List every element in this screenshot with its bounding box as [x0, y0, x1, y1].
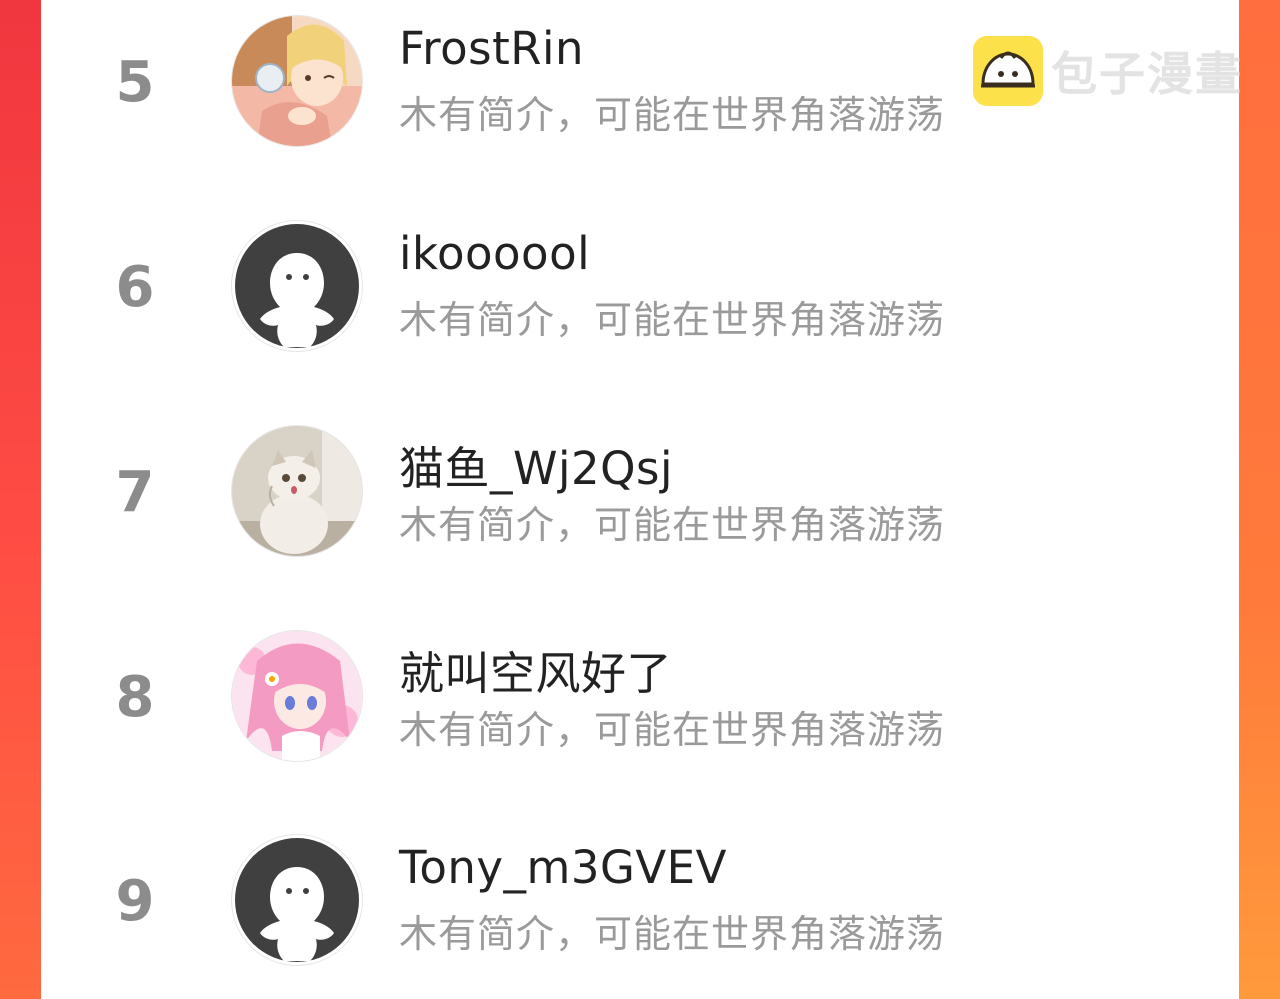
watermark: 包子漫畫	[973, 35, 1243, 107]
user-bio: 木有简介，可能在世界角落游荡	[399, 912, 946, 956]
list-item[interactable]: 8 就叫空风好了 木有简介，可能在世界角落游荡	[41, 623, 1239, 773]
rank-number: 9	[115, 869, 155, 934]
left-border	[0, 0, 41, 999]
user-bio: 木有简介，可能在世界角落游荡	[399, 298, 946, 342]
rank-number: 8	[115, 665, 155, 730]
user-bio: 木有简介，可能在世界角落游荡	[399, 503, 946, 547]
user-bio: 木有简介，可能在世界角落游荡	[399, 93, 946, 137]
user-name[interactable]: Tony_m3GVEV	[399, 841, 727, 894]
rank-number: 5	[115, 50, 155, 115]
default-avatar[interactable]	[231, 834, 363, 966]
anime-boy-avatar[interactable]	[231, 15, 363, 147]
user-name[interactable]: 猫鱼_Wj2Qsj	[399, 432, 673, 497]
user-bio: 木有简介，可能在世界角落游荡	[399, 708, 946, 752]
default-avatar[interactable]	[231, 220, 363, 352]
rank-number: 7	[115, 460, 155, 525]
cat-avatar[interactable]	[231, 425, 363, 557]
watermark-brand: 包子漫畫	[1051, 47, 1243, 101]
user-name[interactable]: FrostRin	[399, 22, 584, 75]
list-item[interactable]: 6 ikoooool 木有简介，可能在世界角落游荡	[41, 213, 1239, 363]
user-name[interactable]: ikoooool	[399, 227, 590, 280]
ranking-list: 5 FrostRin 木有简介，可能在世界角落游荡 6 ikoooool 木有简…	[41, 0, 1239, 999]
list-item[interactable]: 9 Tony_m3GVEV 木有简介，可能在世界角落游荡	[41, 827, 1239, 977]
anime-girl-avatar[interactable]	[231, 630, 363, 762]
right-border	[1239, 0, 1280, 999]
list-item[interactable]: 7 猫鱼_Wj2Qsj 木有简介，可能在世界角落游荡	[41, 418, 1239, 568]
rank-number: 6	[115, 255, 155, 320]
steamed-bun-icon	[973, 36, 1043, 106]
user-name[interactable]: 就叫空风好了	[399, 637, 672, 702]
